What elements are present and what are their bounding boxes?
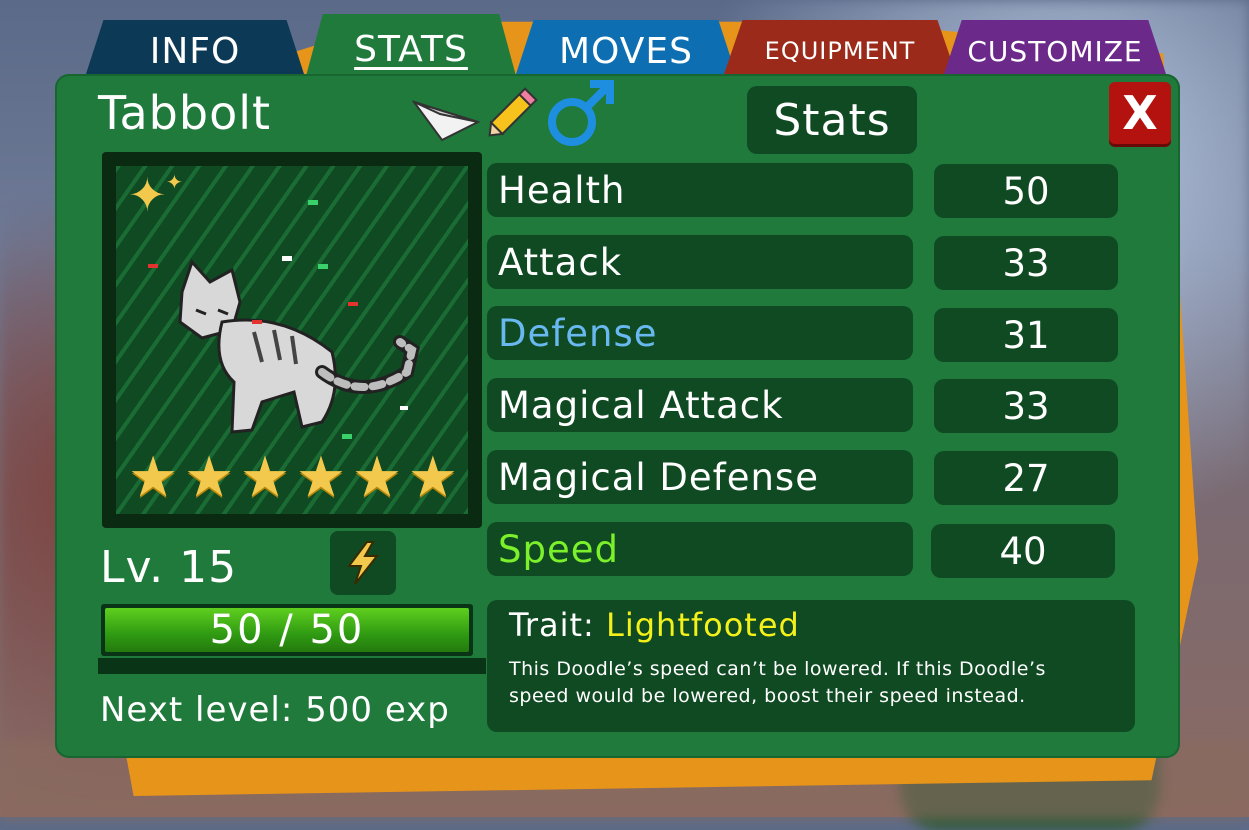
stat-label-speed: Speed: [487, 522, 913, 576]
doodle-level: Lv. 15: [100, 542, 238, 593]
male-symbol-icon: [544, 78, 618, 148]
star-icon: ★: [351, 445, 403, 510]
sparkle-small-icon: ✦: [166, 170, 183, 194]
stat-label-magical-defense: Magical Defense: [487, 450, 913, 504]
hp-bar-segments: [98, 658, 486, 674]
hp-text: 50 / 50: [209, 607, 365, 653]
trait-prefix: Trait:: [509, 606, 595, 644]
stat-label-health: Health: [487, 163, 913, 217]
close-icon: X: [1122, 86, 1158, 140]
star-icon: ★: [183, 445, 235, 510]
close-button[interactable]: X: [1109, 82, 1171, 144]
stat-value-magical-attack: 33: [934, 379, 1118, 433]
trait-name: Lightfooted: [606, 606, 800, 644]
stats-header: Stats: [747, 86, 917, 154]
stats-header-label: Stats: [773, 94, 891, 146]
stat-label-magical-attack: Magical Attack: [487, 378, 913, 432]
tab-moves[interactable]: MOVES: [516, 20, 736, 74]
stat-label-attack: Attack: [487, 235, 913, 289]
pencil-icon[interactable]: [480, 80, 546, 144]
doodle-name: Tabbolt: [98, 86, 272, 140]
sparkle-icon: ✦: [128, 168, 167, 222]
stat-label-defense: Defense: [487, 306, 913, 360]
lightning-icon: [347, 541, 380, 585]
hp-bar: 50 / 50: [101, 604, 473, 656]
tab-equipment[interactable]: EQUIPMENT: [724, 20, 956, 74]
tab-stats[interactable]: STATS: [306, 14, 516, 76]
tab-customize[interactable]: CUSTOMIZE: [944, 20, 1166, 74]
star-icon: ★: [239, 445, 291, 510]
tab-info[interactable]: INFO: [86, 20, 304, 74]
star-icon: ★: [128, 445, 179, 510]
stat-value-magical-defense: 27: [934, 451, 1118, 505]
next-level-text: Next level: 500 exp: [100, 690, 450, 730]
trait-description: This Doodle’s speed can’t be lowered. If…: [509, 658, 1046, 707]
stat-value-health: 50: [934, 164, 1118, 218]
rarity-stars: ★ ★ ★ ★ ★ ★: [128, 450, 458, 506]
stat-value-defense: 31: [934, 308, 1118, 362]
doodle-portrait: ✦ ✦ ★ ★ ★ ★ ★ ★: [102, 152, 482, 528]
stat-value-speed: 40: [931, 524, 1115, 578]
trait-box: Trait: Lightfooted This Doodle’s speed c…: [487, 600, 1135, 732]
stat-value-attack: 33: [934, 236, 1118, 290]
lightning-button[interactable]: [330, 531, 396, 595]
star-icon: ★: [295, 445, 347, 510]
paper-plane-icon[interactable]: [411, 82, 481, 144]
star-icon: ★: [407, 445, 458, 510]
doodle-cat-image: [178, 259, 420, 434]
